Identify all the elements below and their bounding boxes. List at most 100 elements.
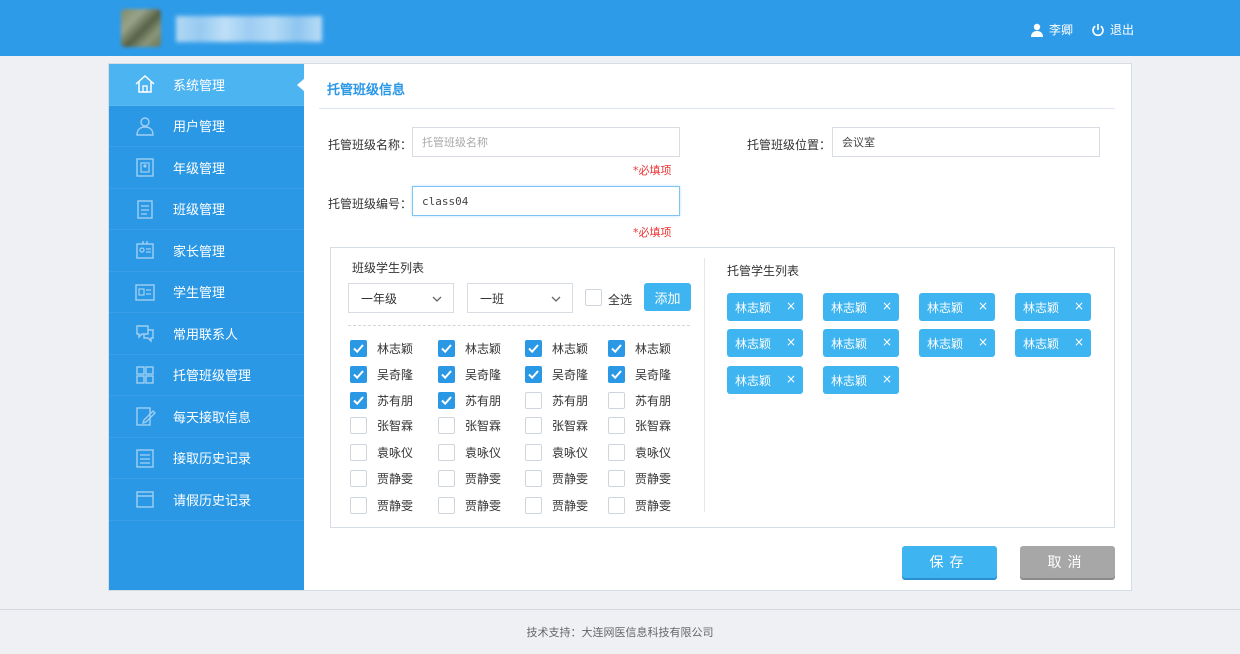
class-code-input[interactable] [412,186,680,216]
checkbox-unchecked[interactable] [608,470,625,487]
student-checkbox-item[interactable]: 苏有朋 [350,392,413,409]
dashed-divider [348,325,690,326]
student-checkbox-item[interactable]: 袁咏仪 [350,444,413,461]
student-checkbox-item[interactable]: 张智霖 [350,417,413,434]
checkmark-icon [353,344,364,354]
remove-tag-icon[interactable]: × [882,335,892,349]
class-location-input[interactable] [832,127,1100,157]
student-name: 苏有朋 [552,394,589,408]
save-button[interactable]: 保存 [902,546,997,578]
sidebar-item-users[interactable]: 用户管理 [109,106,304,147]
student-checkbox-item[interactable]: 贾静雯 [350,470,413,487]
remove-tag-icon[interactable]: × [882,299,892,313]
student-checkbox-item[interactable]: 张智霖 [438,417,501,434]
checkbox-unchecked[interactable] [350,497,367,514]
remove-tag-icon[interactable]: × [786,299,796,313]
checkbox-checked[interactable] [525,340,542,357]
checkbox-unchecked[interactable] [350,444,367,461]
checkbox-checked[interactable] [608,366,625,383]
remove-tag-icon[interactable]: × [786,335,796,349]
select-all-checkbox[interactable] [585,289,602,306]
checkbox-unchecked[interactable] [608,444,625,461]
student-checkbox-item[interactable]: 林志颖 [525,340,588,357]
sidebar-item-grades[interactable]: 年级管理 [109,147,304,189]
checkbox-unchecked[interactable] [438,497,455,514]
student-checkbox-item[interactable]: 吴奇隆 [438,366,501,383]
checkbox-unchecked[interactable] [525,417,542,434]
student-checkbox-item[interactable]: 吴奇隆 [350,366,413,383]
student-checkbox-item[interactable]: 苏有朋 [438,392,501,409]
grade-select-value: 一年级 [361,291,398,306]
class-select[interactable]: 一班 [467,283,573,313]
class-name-input[interactable] [412,127,680,157]
student-checkbox-item[interactable]: 贾静雯 [608,497,671,514]
remove-tag-icon[interactable]: × [882,372,892,386]
student-checkbox-item[interactable]: 贾静雯 [350,497,413,514]
user-menu[interactable]: 李卿 [1030,21,1073,38]
student-checkbox-item[interactable]: 苏有朋 [608,392,671,409]
checkbox-checked[interactable] [350,340,367,357]
checkbox-unchecked[interactable] [608,417,625,434]
care-student-tag: 林志颖 × [727,293,803,321]
student-checkbox-item[interactable]: 袁咏仪 [525,444,588,461]
checkbox-checked[interactable] [350,392,367,409]
cancel-button[interactable]: 取消 [1020,546,1115,578]
sidebar-item-contacts[interactable]: 常用联系人 [109,313,304,355]
checkbox-checked[interactable] [438,392,455,409]
remove-tag-icon[interactable]: × [978,299,988,313]
sidebar-item-pickup-history[interactable]: 接取历史记录 [109,438,304,479]
student-checkbox-item[interactable]: 袁咏仪 [608,444,671,461]
sidebar-item-system[interactable]: 系统管理 [109,64,305,106]
checkbox-unchecked[interactable] [608,497,625,514]
student-checkbox-item[interactable]: 袁咏仪 [438,444,501,461]
student-checkbox-item[interactable]: 贾静雯 [608,470,671,487]
tag-label: 林志颖 [735,336,772,351]
student-checkbox-item[interactable]: 苏有朋 [525,392,588,409]
student-checkbox-item[interactable]: 贾静雯 [525,470,588,487]
add-button[interactable]: 添加 [644,283,691,311]
remove-tag-icon[interactable]: × [1074,335,1084,349]
checkbox-unchecked[interactable] [608,392,625,409]
student-checkbox-item[interactable]: 贾静雯 [438,497,501,514]
checkbox-unchecked[interactable] [438,417,455,434]
checkbox-checked[interactable] [438,366,455,383]
sidebar-item-parents[interactable]: 家长管理 [109,230,304,272]
checkbox-unchecked[interactable] [438,444,455,461]
sidebar-item-care-classes[interactable]: 托管班级管理 [109,355,304,396]
checkbox-unchecked[interactable] [350,417,367,434]
student-checkbox-item[interactable]: 林志颖 [438,340,501,357]
checkbox-checked[interactable] [438,340,455,357]
logout-button[interactable]: 退出 [1091,21,1134,38]
student-checkbox-item[interactable]: 贾静雯 [438,470,501,487]
grid-icon [133,363,157,387]
checkbox-unchecked[interactable] [525,444,542,461]
required-hint: *必填项 [633,164,672,177]
student-name: 林志颖 [377,342,414,356]
checkbox-unchecked[interactable] [438,470,455,487]
checkbox-unchecked[interactable] [350,470,367,487]
checkbox-checked[interactable] [350,366,367,383]
checkbox-checked[interactable] [525,366,542,383]
student-checkbox-item[interactable]: 吴奇隆 [608,366,671,383]
remove-tag-icon[interactable]: × [978,335,988,349]
checkbox-unchecked[interactable] [525,497,542,514]
footer-divider [0,609,1240,610]
user-name: 李卿 [1048,23,1073,37]
student-checkbox-item[interactable]: 张智霖 [608,417,671,434]
student-checkbox-item[interactable]: 吴奇隆 [525,366,588,383]
grade-select[interactable]: 一年级 [348,283,454,313]
sidebar-item-leave-history[interactable]: 请假历史记录 [109,479,304,521]
sidebar-item-daily-pickup[interactable]: 每天接取信息 [109,396,304,438]
sidebar-item-label: 托管班级管理 [173,369,252,385]
remove-tag-icon[interactable]: × [786,372,796,386]
student-checkbox-item[interactable]: 林志颖 [350,340,413,357]
student-checkbox-item[interactable]: 张智霖 [525,417,588,434]
remove-tag-icon[interactable]: × [1074,299,1084,313]
student-checkbox-item[interactable]: 林志颖 [608,340,671,357]
student-checkbox-item[interactable]: 贾静雯 [525,497,588,514]
sidebar-item-classes[interactable]: 班级管理 [109,189,304,230]
checkbox-unchecked[interactable] [525,470,542,487]
checkbox-checked[interactable] [608,340,625,357]
checkbox-unchecked[interactable] [525,392,542,409]
sidebar-item-students[interactable]: 学生管理 [109,272,304,313]
